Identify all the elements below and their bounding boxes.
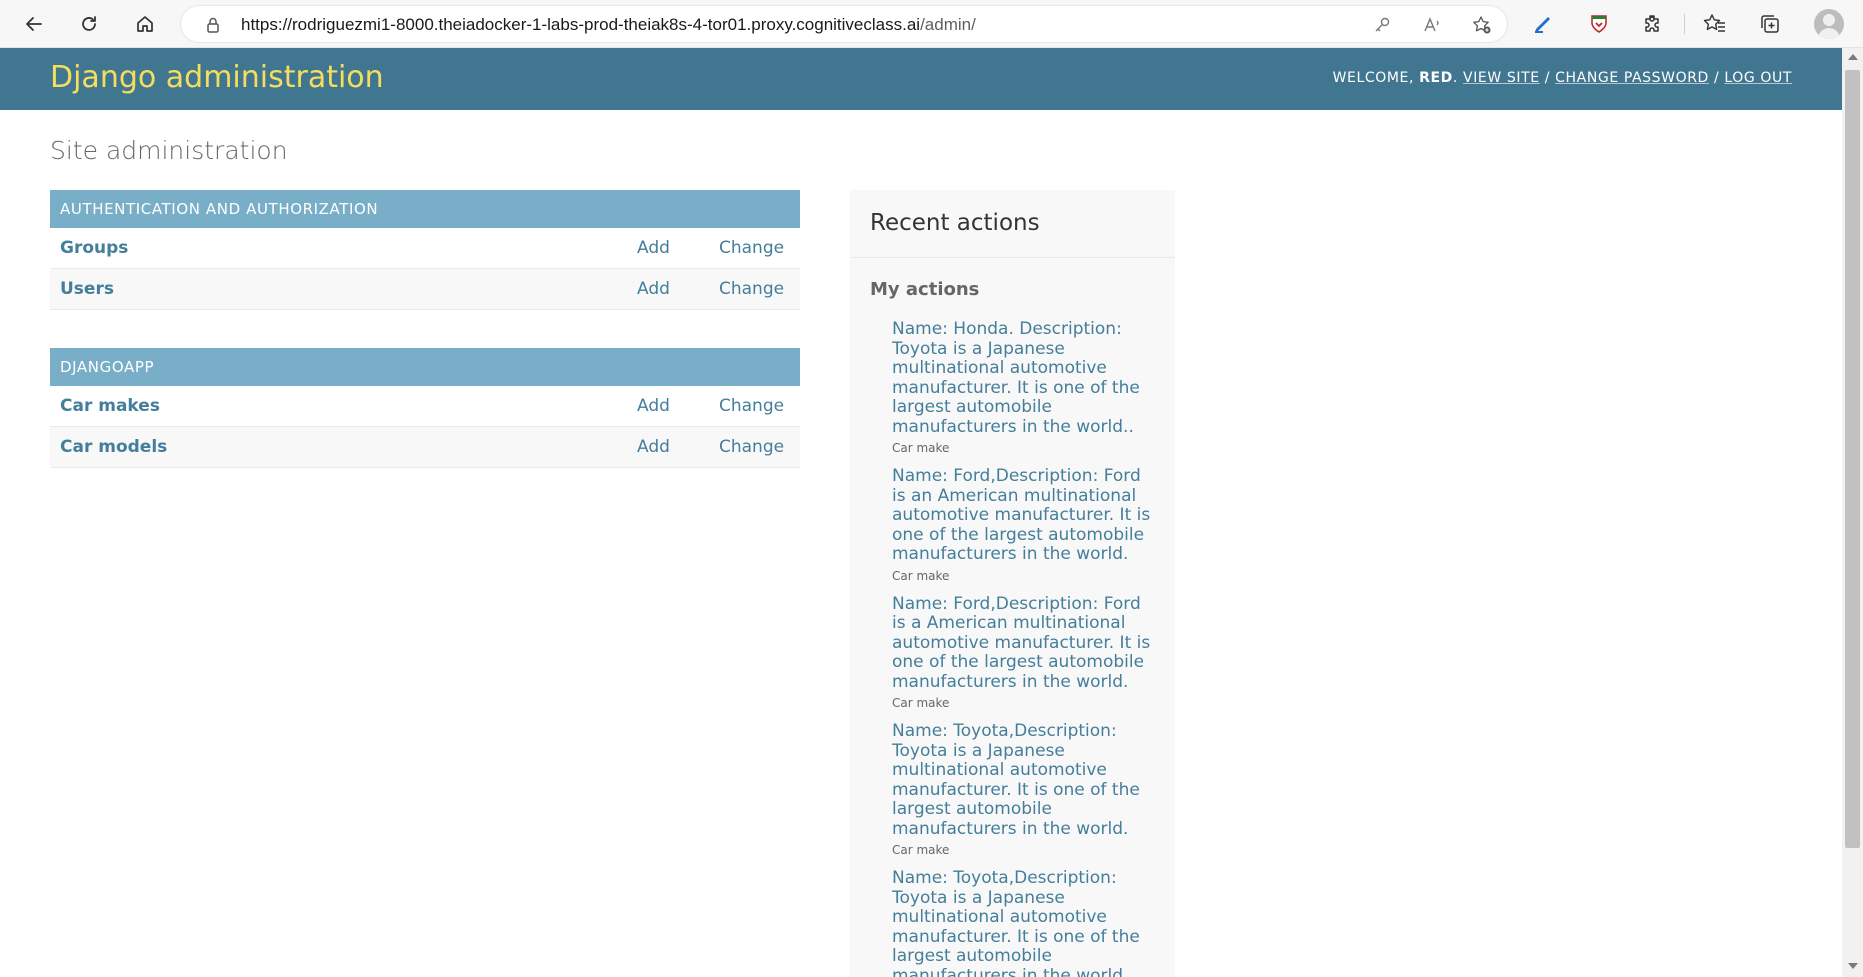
action-type: Car make (892, 696, 950, 710)
page-title: Site administration (50, 136, 288, 165)
home-icon[interactable] (129, 8, 161, 40)
module-row-car-makes: Car makes Add Change (50, 386, 800, 427)
scroll-thumb[interactable] (1845, 70, 1860, 848)
action-link[interactable]: Name: Ford,Description: Ford is an Ameri… (892, 466, 1155, 565)
model-link-users[interactable]: Users (60, 279, 114, 299)
scroll-down-arrow-icon[interactable] (1848, 963, 1858, 969)
add-groups-link[interactable]: Add (637, 238, 670, 258)
url-text[interactable]: https://rodriguezmi1-8000.theiadocker-1-… (241, 15, 976, 35)
my-actions-heading: My actions (870, 279, 980, 300)
address-bar[interactable]: https://rodriguezmi1-8000.theiadocker-1-… (180, 5, 1508, 43)
add-users-link[interactable]: Add (637, 279, 670, 299)
add-favorite-icon[interactable] (1471, 14, 1493, 36)
collections-icon[interactable] (1758, 12, 1782, 36)
toolbar-divider (1684, 14, 1685, 34)
change-password-link[interactable]: CHANGE PASSWORD (1555, 70, 1709, 86)
module-auth: Authentication and Authorization Groups … (50, 190, 800, 310)
read-aloud-icon[interactable] (1421, 14, 1443, 36)
scroll-up-arrow-icon[interactable] (1848, 54, 1858, 60)
change-car-makes-link[interactable]: Change (719, 396, 784, 416)
user-tools: WELCOME, RED. VIEW SITE / CHANGE PASSWOR… (1332, 70, 1792, 86)
back-icon[interactable] (18, 8, 50, 40)
separator: / (1544, 70, 1551, 86)
pen-extension-icon[interactable] (1531, 12, 1555, 36)
change-groups-link[interactable]: Change (719, 238, 784, 258)
favorites-icon[interactable] (1703, 12, 1727, 36)
add-car-models-link[interactable]: Add (637, 437, 670, 457)
recent-actions-title: Recent actions (850, 190, 1175, 258)
list-item: Name: Toyota,Description: Toyota is a Ja… (892, 868, 1155, 977)
username: RED (1419, 70, 1453, 86)
page-scrollbar[interactable] (1842, 48, 1863, 977)
action-link[interactable]: Name: Toyota,Description: Toyota is a Ja… (892, 721, 1155, 839)
lock-icon[interactable] (203, 15, 223, 35)
action-link[interactable]: Name: Honda. Description: Toyota is a Ja… (892, 319, 1155, 437)
add-car-makes-link[interactable]: Add (637, 396, 670, 416)
action-type: Car make (892, 843, 950, 857)
list-item: Name: Ford,Description: Ford is an Ameri… (892, 466, 1155, 583)
view-site-link[interactable]: VIEW SITE (1463, 70, 1540, 86)
log-out-link[interactable]: LOG OUT (1724, 70, 1792, 86)
list-item: Name: Honda. Description: Toyota is a Ja… (892, 319, 1155, 455)
browser-toolbar: https://rodriguezmi1-8000.theiadocker-1-… (0, 0, 1863, 48)
action-link[interactable]: Name: Toyota,Description: Toyota is a Ja… (892, 868, 1155, 977)
model-link-car-models[interactable]: Car models (60, 437, 167, 457)
key-icon[interactable] (1371, 14, 1393, 36)
shield-extension-icon[interactable] (1587, 12, 1611, 36)
site-branding[interactable]: Django administration (50, 60, 384, 95)
module-row-car-models: Car models Add Change (50, 427, 800, 468)
refresh-icon[interactable] (73, 8, 105, 40)
action-type: Car make (892, 568, 950, 583)
recent-actions-panel: Recent actions My actions Name: Honda. D… (850, 190, 1175, 977)
profile-avatar-icon[interactable] (1814, 9, 1844, 39)
module-row-groups: Groups Add Change (50, 228, 800, 269)
action-type: Car make (892, 441, 950, 455)
module-row-users: Users Add Change (50, 269, 800, 310)
separator: / (1713, 70, 1720, 86)
action-list: Name: Honda. Description: Toyota is a Ja… (850, 300, 1175, 977)
django-header: Django administration WELCOME, RED. VIEW… (0, 48, 1842, 110)
welcome-text: WELCOME, (1332, 70, 1415, 86)
list-item: Name: Ford,Description: Ford is a Americ… (892, 594, 1155, 710)
action-link[interactable]: Name: Ford,Description: Ford is a Americ… (892, 594, 1155, 693)
model-link-car-makes[interactable]: Car makes (60, 396, 160, 416)
module-djangoapp: Djangoapp Car makes Add Change Car model… (50, 348, 800, 468)
model-link-groups[interactable]: Groups (60, 238, 128, 258)
list-item: Name: Toyota,Description: Toyota is a Ja… (892, 721, 1155, 857)
module-caption-djangoapp[interactable]: Djangoapp (50, 348, 800, 386)
change-car-models-link[interactable]: Change (719, 437, 784, 457)
change-users-link[interactable]: Change (719, 279, 784, 299)
extensions-icon[interactable] (1641, 12, 1665, 36)
module-caption-auth[interactable]: Authentication and Authorization (50, 190, 800, 228)
